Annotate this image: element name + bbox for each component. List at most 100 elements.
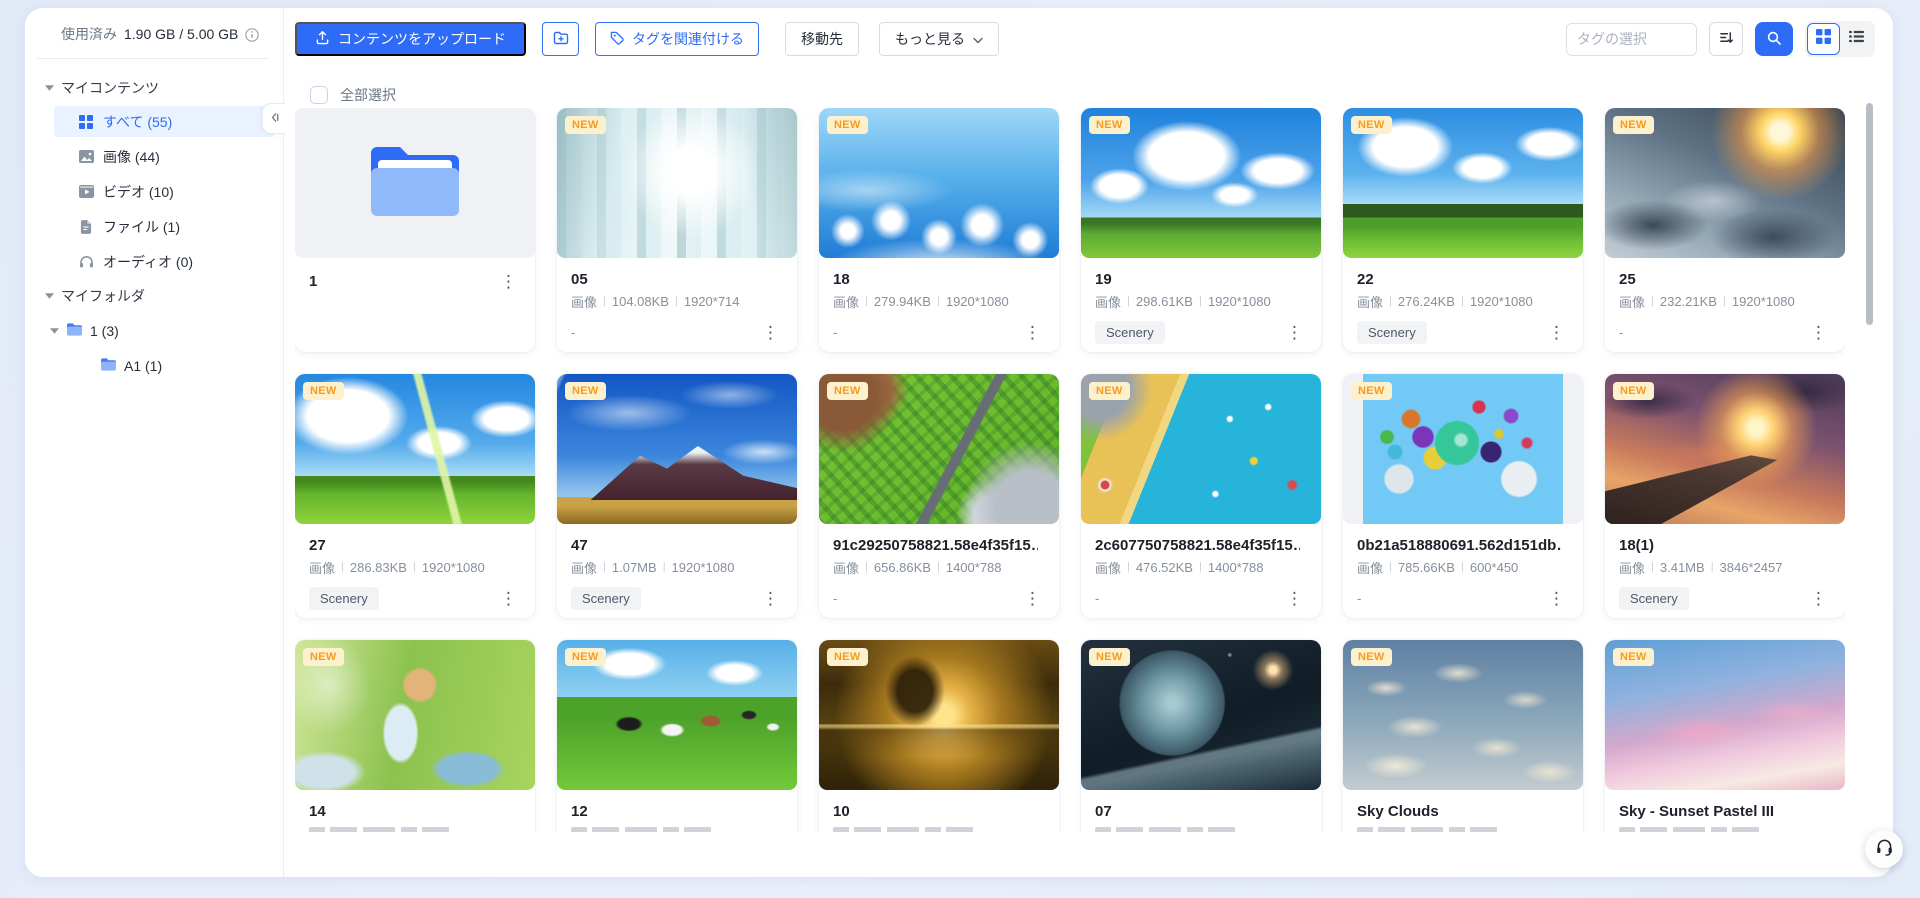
sidebar-item-audio[interactable]: オーディオ (0): [54, 246, 274, 277]
card-thumbnail[interactable]: [295, 108, 535, 258]
sidebar-item-files[interactable]: ファイル (1): [54, 211, 274, 242]
help-support-button[interactable]: [1865, 830, 1903, 868]
content-card[interactable]: NEW05画像|104.08KB|1920*714-⋮: [557, 108, 797, 352]
select-all-checkbox[interactable]: [310, 86, 328, 104]
card-thumbnail[interactable]: NEW: [1343, 108, 1583, 258]
card-thumbnail[interactable]: NEW: [1605, 108, 1845, 258]
card-thumbnail[interactable]: NEW: [1081, 640, 1321, 790]
card-body: 0b21a518880691.562d151db…画像|785.66KB|600…: [1343, 537, 1583, 611]
sidebar-folder-1[interactable]: 1 (3): [25, 315, 283, 346]
upload-content-button[interactable]: コンテンツをアップロード: [295, 22, 526, 56]
sidebar-item-videos[interactable]: ビデオ (10): [54, 176, 274, 207]
card-thumbnail[interactable]: NEW: [295, 374, 535, 524]
new-badge: NEW: [303, 648, 344, 666]
list-view-button[interactable]: [1840, 23, 1873, 55]
card-meta: 画像|656.86KB|1400*788: [833, 558, 1045, 576]
card-thumbnail[interactable]: NEW: [1605, 374, 1845, 524]
vertical-scrollbar-thumb[interactable]: [1866, 103, 1873, 325]
section-label: マイコンテンツ: [61, 78, 159, 98]
tag-icon: [610, 31, 624, 48]
sort-icon: [1719, 30, 1734, 48]
move-to-button[interactable]: 移動先: [785, 22, 859, 56]
card-thumbnail[interactable]: NEW: [819, 640, 1059, 790]
search-button[interactable]: [1755, 22, 1793, 56]
section-my-folders[interactable]: マイフォルダ: [25, 281, 283, 311]
sidebar-item-all[interactable]: すべて (55): [54, 106, 274, 137]
folder-card[interactable]: 1⋮: [295, 108, 535, 352]
card-thumbnail[interactable]: NEW: [557, 108, 797, 258]
card-thumbnail[interactable]: NEW: [819, 374, 1059, 524]
content-card[interactable]: NEW22画像|276.24KB|1920*1080Scenery⋮: [1343, 108, 1583, 352]
meta-dimensions: 1400*788: [1208, 560, 1264, 575]
card-thumbnail[interactable]: NEW: [819, 108, 1059, 258]
more-actions-icon[interactable]: ⋮: [1544, 322, 1569, 343]
more-actions-icon[interactable]: ⋮: [1806, 588, 1831, 609]
content-card[interactable]: NEW12: [557, 640, 797, 832]
card-thumbnail[interactable]: NEW: [1343, 640, 1583, 790]
sidebar-item-images[interactable]: 画像 (44): [54, 141, 274, 172]
more-actions-icon[interactable]: ⋮: [496, 588, 521, 609]
more-actions-icon[interactable]: ⋮: [1282, 322, 1307, 343]
card-thumbnail[interactable]: NEW: [1081, 374, 1321, 524]
new-badge: NEW: [1089, 648, 1130, 666]
content-card[interactable]: NEWSky - Sunset Pastel III: [1605, 640, 1845, 832]
content-card[interactable]: NEW 0b21a518880691.562d151db…画像|785.66KB|…: [1343, 374, 1583, 618]
meta-size: 279.94KB: [874, 294, 931, 309]
content-card[interactable]: NEW18画像|279.94KB|1920*1080-⋮: [819, 108, 1059, 352]
card-title: 14: [309, 803, 326, 820]
grid-view-button[interactable]: [1807, 23, 1840, 55]
content-card[interactable]: NEW10: [819, 640, 1059, 832]
card-meta: 画像|298.61KB|1920*1080: [1095, 292, 1307, 310]
storage-usage: 使用済み 1.90 GB / 5.00 GB: [25, 8, 283, 44]
sidebar-item-label: ファイル (1): [103, 217, 180, 237]
content-card[interactable]: NEW19画像|298.61KB|1920*1080Scenery⋮: [1081, 108, 1321, 352]
new-badge: NEW: [1351, 116, 1392, 134]
more-actions-icon[interactable]: ⋮: [1544, 588, 1569, 609]
more-actions-icon[interactable]: ⋮: [1806, 322, 1831, 343]
card-title: 47: [571, 537, 588, 554]
more-actions-icon[interactable]: ⋮: [1020, 322, 1045, 343]
tag-filter-input[interactable]: [1566, 23, 1697, 56]
new-folder-button[interactable]: [542, 22, 579, 56]
toolbar-right: [1566, 21, 1875, 57]
card-title: 18: [833, 271, 850, 288]
my-content-list: すべて (55) 画像 (44) ビデオ (10) ファイル (1) オーディオ (0): [25, 106, 283, 277]
card-thumbnail[interactable]: NEW: [1605, 640, 1845, 790]
more-actions-icon[interactable]: ⋮: [1282, 588, 1307, 609]
card-thumbnail[interactable]: NEW: [1343, 374, 1583, 524]
card-meta: 画像|286.83KB|1920*1080: [309, 558, 521, 576]
sidebar-folder-a1[interactable]: A1 (1): [25, 350, 283, 381]
content-card[interactable]: NEW 91c29250758821.58e4f35f15…画像|656.86KB…: [819, 374, 1059, 618]
content-scroll-area[interactable]: 1⋮NEW05画像|104.08KB|1920*714-⋮NEW18画像|279…: [295, 108, 1845, 832]
card-thumbnail[interactable]: NEW: [295, 640, 535, 790]
content-card[interactable]: NEW 14: [295, 640, 535, 832]
card-meta-clipped: [1357, 827, 1501, 832]
more-actions-icon[interactable]: ⋮: [496, 271, 521, 292]
new-badge: NEW: [565, 116, 606, 134]
caret-down-icon[interactable]: [49, 328, 59, 334]
content-card[interactable]: NEW18(1)画像|3.41MB|3846*2457Scenery⋮: [1605, 374, 1845, 618]
more-actions-icon[interactable]: ⋮: [758, 322, 783, 343]
card-meta: 画像|232.21KB|1920*1080: [1619, 292, 1831, 310]
content-card[interactable]: NEW25画像|232.21KB|1920*1080-⋮: [1605, 108, 1845, 352]
content-card[interactable]: NEW07: [1081, 640, 1321, 832]
more-actions-button[interactable]: もっと見る: [879, 22, 999, 56]
info-icon[interactable]: [245, 28, 259, 42]
card-thumbnail[interactable]: NEW: [1081, 108, 1321, 258]
content-card[interactable]: NEWSky Clouds: [1343, 640, 1583, 832]
caret-down-icon[interactable]: [44, 85, 54, 91]
card-thumbnail[interactable]: NEW: [557, 374, 797, 524]
associate-tags-button[interactable]: タグを関連付ける: [595, 22, 759, 56]
section-my-content[interactable]: マイコンテンツ: [25, 73, 283, 103]
content-card[interactable]: NEW27画像|286.83KB|1920*1080Scenery⋮: [295, 374, 535, 618]
more-actions-icon[interactable]: ⋮: [758, 588, 783, 609]
more-actions-icon[interactable]: ⋮: [1020, 588, 1045, 609]
card-thumbnail[interactable]: NEW: [557, 640, 797, 790]
card-meta: 画像|3.41MB|3846*2457: [1619, 558, 1831, 576]
caret-down-icon[interactable]: [44, 293, 54, 299]
content-card[interactable]: NEW47画像|1.07MB|1920*1080Scenery⋮: [557, 374, 797, 618]
sort-button[interactable]: [1709, 22, 1743, 56]
card-body: 91c29250758821.58e4f35f15…画像|656.86KB|14…: [819, 537, 1059, 611]
content-card[interactable]: NEW2c607750758821.58e4f35f15…画像|476.52KB…: [1081, 374, 1321, 618]
sidebar-collapse-button[interactable]: [262, 103, 285, 134]
